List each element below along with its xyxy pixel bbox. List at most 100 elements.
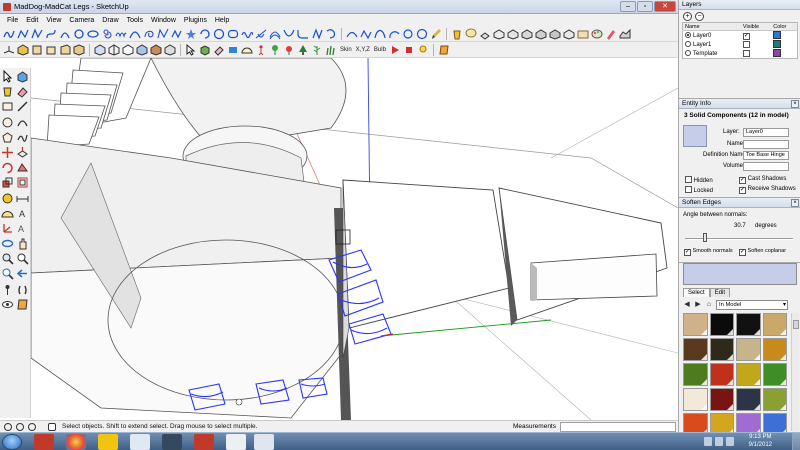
material-swatch[interactable] [762, 338, 787, 361]
walk-tool-icon[interactable] [16, 283, 29, 296]
solid-subtract-icon[interactable] [535, 28, 547, 40]
menu-help[interactable]: Help [211, 17, 233, 24]
bulb-label[interactable]: Bulb [373, 44, 387, 56]
xray-icon[interactable] [94, 43, 106, 56]
solid-split-icon[interactable] [563, 28, 575, 40]
bezier-curve-icon[interactable] [17, 28, 29, 40]
show-desktop-button[interactable] [792, 433, 800, 450]
menu-window[interactable]: Window [147, 17, 180, 24]
material-swatch[interactable] [709, 313, 734, 336]
app-t-icon[interactable] [34, 434, 54, 450]
menu-view[interactable]: View [42, 17, 65, 24]
menu-plugins[interactable]: Plugins [180, 17, 211, 24]
layer-row[interactable]: Template [683, 49, 798, 59]
circle-c-icon[interactable] [416, 28, 428, 40]
play-icon[interactable] [389, 44, 401, 56]
component-icon[interactable] [199, 44, 211, 56]
select-icon[interactable] [185, 43, 197, 56]
look-around-icon[interactable] [1, 298, 14, 311]
app-doc-icon[interactable] [226, 434, 246, 450]
fern-icon[interactable] [311, 44, 323, 56]
col-visible[interactable]: Visible [740, 22, 772, 31]
select-arrow-icon[interactable] [1, 70, 14, 83]
arc-b-icon[interactable] [388, 28, 400, 40]
visible-checkbox[interactable] [742, 49, 750, 57]
menu-tools[interactable]: Tools [123, 17, 147, 24]
active-layer-radio[interactable] [685, 32, 691, 38]
pushpull-icon[interactable] [479, 28, 491, 40]
layer-row[interactable]: Layer1 [683, 40, 798, 49]
paint-bucket-icon[interactable] [1, 85, 14, 98]
menu-draw[interactable]: Draw [98, 17, 122, 24]
3d-text-icon[interactable]: A [16, 222, 29, 235]
back-arrow-icon[interactable]: ◀ [683, 301, 691, 309]
rotate-tool-icon[interactable] [1, 161, 14, 174]
star-icon[interactable] [185, 28, 197, 40]
folder-icon[interactable] [98, 434, 118, 450]
material-swatch[interactable] [762, 363, 787, 386]
camera-icon[interactable] [577, 28, 589, 40]
visible-checkbox[interactable] [742, 40, 750, 48]
right-view-icon[interactable] [59, 43, 71, 56]
material-swatch[interactable] [709, 388, 734, 411]
section-plane-icon[interactable] [16, 298, 29, 311]
start-button[interactable] [2, 434, 22, 450]
receive-shadows-checkbox[interactable]: ✓ [739, 187, 746, 194]
text-icon[interactable]: A [16, 207, 29, 220]
tray-network-icon[interactable] [715, 437, 723, 446]
freehand-tool-icon[interactable] [16, 131, 29, 144]
material-swatch[interactable] [762, 313, 787, 336]
stop-icon[interactable] [403, 44, 415, 56]
menu-file[interactable]: File [3, 17, 22, 24]
chrome-icon[interactable] [66, 434, 86, 450]
solid-shell-icon[interactable] [493, 28, 505, 40]
visible-checkbox[interactable]: ✓ [742, 32, 750, 40]
dimension-icon[interactable] [16, 192, 29, 205]
spiral-b-icon[interactable] [325, 28, 337, 40]
arrow-curve-icon[interactable] [346, 28, 358, 40]
arc-icon[interactable] [59, 28, 71, 40]
polyline-icon[interactable] [31, 27, 43, 40]
angle-slider-track[interactable] [685, 238, 793, 240]
add-layer-icon[interactable]: + [683, 11, 692, 21]
tray-flag-icon[interactable] [704, 437, 712, 446]
col-name[interactable]: Name [682, 22, 741, 31]
zoom-icon[interactable] [1, 252, 14, 265]
tray-volume-icon[interactable] [726, 437, 734, 446]
offset-curve-icon[interactable] [269, 28, 281, 40]
rectangle-icon[interactable] [1, 100, 14, 113]
scale-icon[interactable] [1, 176, 14, 189]
skin-label[interactable]: Skin [339, 44, 353, 56]
home-icon[interactable]: ⌂ [705, 301, 713, 309]
name-input[interactable] [743, 140, 789, 149]
close-icon[interactable]: × [791, 199, 799, 207]
material-swatch[interactable] [736, 388, 761, 411]
menu-camera[interactable]: Camera [65, 17, 98, 24]
loop-icon[interactable] [143, 28, 155, 40]
hidden-checkbox[interactable] [685, 176, 692, 183]
tab-edit[interactable]: Edit [709, 288, 731, 297]
tape-measure-icon[interactable] [1, 192, 14, 205]
catenary-icon[interactable] [283, 28, 295, 40]
front-view-icon[interactable] [45, 44, 57, 56]
layer-color-swatch[interactable] [773, 49, 782, 57]
bspline-icon[interactable] [360, 28, 372, 40]
shaded-icon[interactable] [136, 43, 148, 56]
soften-edges-title[interactable]: Soften Edges [682, 199, 721, 206]
calculator-icon[interactable] [254, 434, 274, 450]
layer-row[interactable]: Layer0 ✓ [683, 31, 798, 41]
circle-3pt-icon[interactable] [213, 28, 225, 40]
hidden-line-icon[interactable] [122, 43, 134, 56]
geolocation-icon[interactable] [4, 423, 12, 431]
material-swatch[interactable] [709, 338, 734, 361]
ellipse-icon[interactable] [87, 28, 99, 40]
maximize-button[interactable]: ▫ [637, 1, 653, 12]
weld-icon[interactable] [311, 27, 323, 40]
layer-color-swatch[interactable] [773, 31, 782, 39]
col-color[interactable]: Color [771, 22, 798, 31]
offset-icon[interactable] [16, 176, 29, 189]
material-swatch[interactable] [683, 313, 708, 336]
paint-brush-icon[interactable] [430, 28, 442, 40]
move-icon[interactable] [1, 146, 14, 159]
soften-coplanar-checkbox[interactable]: ✓ [739, 249, 746, 256]
